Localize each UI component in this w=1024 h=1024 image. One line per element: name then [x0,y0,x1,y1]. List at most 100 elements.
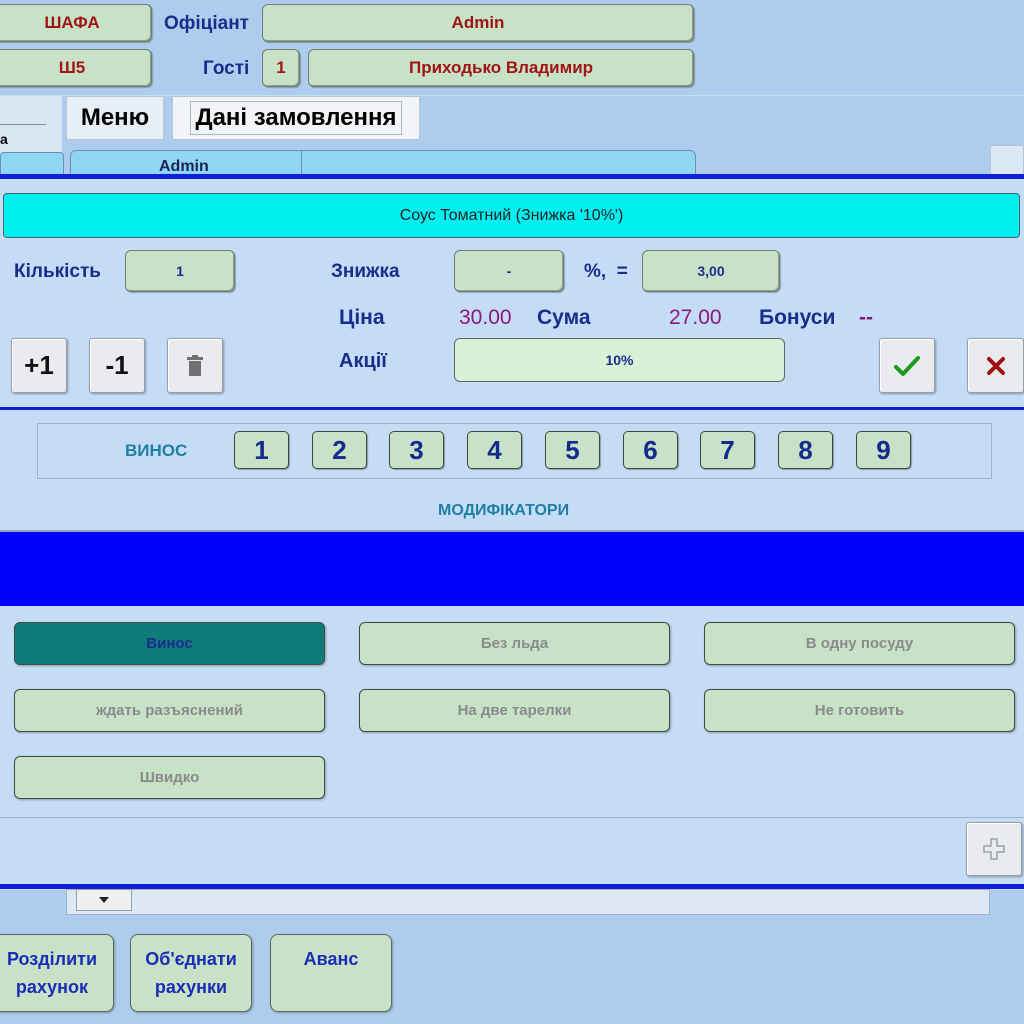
course-button-label: 3 [409,434,424,465]
modifier-label: ждать разъяснений [96,702,243,719]
tab-menu-label: Меню [80,104,150,131]
course-button-9[interactable]: 9 [856,431,911,469]
customer-field[interactable]: Приходько Владимир [308,49,694,87]
waiter-label: Офіціант [164,13,249,34]
modifier-button[interactable]: Без льда [359,622,670,665]
tab-menu[interactable]: Меню [66,96,164,140]
increment-label: +1 [24,350,54,380]
bonus-value: -- [859,306,873,329]
modifiers-title: МОДИФІКАТОРИ [438,502,570,519]
chevron-down-icon [99,897,109,903]
waiter-field[interactable]: Admin [262,4,694,42]
tab-order-data[interactable]: Дані замовлення [172,96,420,140]
course-button-label: 6 [643,434,658,465]
promo-field[interactable]: 10% [454,338,785,382]
split-bill-button[interactable]: Розділити рахунок [0,934,114,1012]
table-button[interactable]: ШАФА [0,4,152,42]
quantity-label: Кількість [14,261,101,282]
split-bill-line1: Розділити [6,949,98,969]
modifier-button[interactable]: В одну посуду [704,622,1015,665]
item-title: Соус Томатний (Знижка '10%') [3,193,1020,238]
modifier-group-bar [0,532,1024,606]
course-button-label: 2 [332,434,347,465]
course-button-4[interactable]: 4 [467,431,522,469]
sum-value: 27.00 [669,306,722,329]
guests-value: 1 [276,58,286,77]
check-icon [894,355,920,376]
discount-percent-field[interactable]: - [454,250,564,292]
increment-button[interactable]: +1 [11,338,67,393]
modifier-button[interactable]: Винос [14,622,325,665]
left-panel-divider [0,124,46,125]
price-label: Ціна [339,306,385,329]
table-button-label: ШАФА [44,13,100,32]
discount-amount-field[interactable]: 3,00 [642,250,780,292]
guests-field[interactable]: 1 [262,49,300,87]
course-button-3[interactable]: 3 [389,431,444,469]
delete-button[interactable] [167,338,223,393]
percent-equals-label: %, = [584,261,628,282]
cancel-button[interactable] [967,338,1024,393]
course-button-label: 1 [254,434,269,465]
modifier-label: Винос [146,635,193,652]
merge-bills-line2: рахунки [154,977,228,997]
modifiers-bottom-divider [0,817,1024,818]
subtable-button[interactable]: Ш5 [0,49,152,87]
modifier-button[interactable]: На две тарелки [359,689,670,732]
decrement-button[interactable]: -1 [89,338,145,393]
course-button-label: 5 [565,434,580,465]
trash-icon [187,354,203,376]
course-button-label: 9 [876,434,891,465]
course-button-6[interactable]: 6 [623,431,678,469]
left-panel-text: а [0,131,8,147]
dropdown-button[interactable] [76,889,132,911]
tab-order-data-label: Дані замовлення [190,101,402,135]
course-button-7[interactable]: 7 [700,431,755,469]
course-button-1[interactable]: 1 [234,431,289,469]
promo-value: 10% [605,352,634,368]
split-bill-label: Розділити рахунок [7,945,97,1001]
decrement-label: -1 [105,350,129,380]
close-icon [986,356,1005,375]
merge-bills-button[interactable]: Об'єднати рахунки [130,934,252,1012]
advance-label: Аванс [303,949,359,969]
subtable-button-label: Ш5 [58,58,86,77]
list-footer [66,889,990,915]
promo-label: Акції [339,350,387,372]
modifier-label: Не готовить [814,702,905,719]
confirm-button[interactable] [879,338,935,393]
modifier-button[interactable]: Швидко [14,756,325,799]
item-title-text: Соус Томатний (Знижка '10%') [399,206,624,224]
modifier-label: На две тарелки [457,702,572,719]
waiter-value: Admin [451,13,505,32]
sum-label: Сума [537,306,591,329]
quantity-field[interactable]: 1 [125,250,235,292]
dialog-top-border [0,174,1024,179]
modifier-label: Без льда [480,635,549,652]
course-button-8[interactable]: 8 [778,431,833,469]
dialog-mid-border [0,407,1024,410]
modifier-label: Швидко [139,769,200,786]
modifier-label: В одну посуду [805,635,914,652]
guests-label: Гості [203,58,250,79]
discount-label: Знижка [331,261,400,282]
modifier-button[interactable]: ждать разъяснений [14,689,325,732]
quantity-value: 1 [176,263,184,279]
merge-bills-line1: Об'єднати [145,949,237,969]
price-value: 30.00 [459,306,512,329]
modifier-button[interactable]: Не готовить [704,689,1015,732]
bonus-label: Бонуси [759,306,836,329]
merge-bills-label: Об'єднати рахунки [145,945,237,1001]
course-button-2[interactable]: 2 [312,431,367,469]
discount-percent-value: - [506,263,512,279]
takeaway-label: ВИНОС [125,441,188,460]
plus-icon [983,838,1005,860]
add-modifier-button[interactable] [966,822,1022,876]
customer-value: Приходько Владимир [408,58,594,77]
split-bill-line2: рахунок [15,977,89,997]
advance-button[interactable]: Аванс [270,934,392,1012]
discount-amount-value: 3,00 [697,263,725,279]
course-button-label: 8 [798,434,813,465]
course-button-5[interactable]: 5 [545,431,600,469]
course-button-label: 7 [720,434,735,465]
